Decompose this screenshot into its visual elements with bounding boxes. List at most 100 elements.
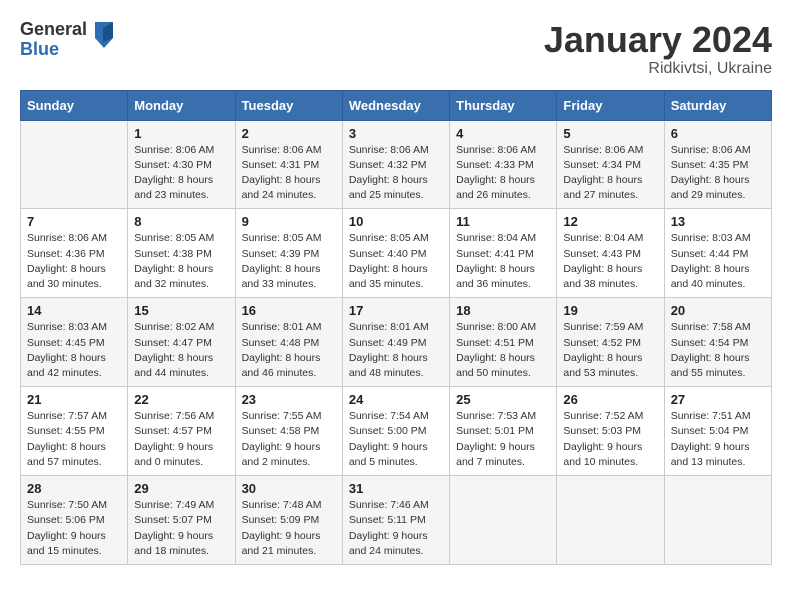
day-cell: 6Sunrise: 8:06 AMSunset: 4:35 PMDaylight… (664, 120, 771, 209)
day-number: 30 (242, 481, 336, 496)
day-cell: 13 Sunrise: 8:03 AMSunset: 4:44 PMDayligh… (664, 209, 771, 298)
day-cell: 24Sunrise: 7:54 AMSunset: 5:00 PMDayligh… (342, 387, 449, 476)
logo: General Blue (20, 20, 115, 60)
header-day-monday: Monday (128, 90, 235, 120)
day-cell (450, 476, 557, 565)
day-cell: 31 Sunrise: 7:46 AMSunset: 5:11 PMDayligh… (342, 476, 449, 565)
day-info: Sunrise: 8:06 AMSunset: 4:32 PMDaylight:… (349, 143, 443, 204)
day-number: 9 (242, 214, 336, 229)
day-number: 31 (349, 481, 443, 496)
week-row-1: 7 Sunrise: 8:06 AMSunset: 4:36 PMDaylight… (21, 209, 772, 298)
day-number: 16 (242, 303, 336, 318)
page-title: January 2024 (544, 20, 772, 60)
day-info: Sunrise: 8:06 AMSunset: 4:31 PMDaylight:… (242, 143, 336, 204)
day-info: Sunrise: 8:05 AMSunset: 4:39 PMDaylight:… (242, 231, 336, 292)
day-number: 24 (349, 392, 443, 407)
day-cell: 26Sunrise: 7:52 AMSunset: 5:03 PMDayligh… (557, 387, 664, 476)
day-number: 10 (349, 214, 443, 229)
day-cell: 11 Sunrise: 8:04 AMSunset: 4:41 PMDayligh… (450, 209, 557, 298)
day-info: Sunrise: 8:04 AMSunset: 4:41 PMDaylight:… (456, 231, 550, 292)
day-info: Sunrise: 8:05 AMSunset: 4:40 PMDaylight:… (349, 231, 443, 292)
day-cell: 4Sunrise: 8:06 AMSunset: 4:33 PMDaylight… (450, 120, 557, 209)
day-info: Sunrise: 8:06 AMSunset: 4:36 PMDaylight:… (27, 231, 121, 292)
day-cell (664, 476, 771, 565)
day-info: Sunrise: 7:48 AMSunset: 5:09 PMDaylight:… (242, 498, 336, 559)
header-day-sunday: Sunday (21, 90, 128, 120)
day-number: 12 (563, 214, 657, 229)
header-day-thursday: Thursday (450, 90, 557, 120)
day-cell: 16 Sunrise: 8:01 AMSunset: 4:48 PMDayligh… (235, 298, 342, 387)
header-day-wednesday: Wednesday (342, 90, 449, 120)
day-cell: 8 Sunrise: 8:05 AMSunset: 4:38 PMDaylight… (128, 209, 235, 298)
day-number: 25 (456, 392, 550, 407)
calendar-table: SundayMondayTuesdayWednesdayThursdayFrid… (20, 90, 772, 565)
day-number: 17 (349, 303, 443, 318)
day-number: 22 (134, 392, 228, 407)
day-cell: 27Sunrise: 7:51 AMSunset: 5:04 PMDayligh… (664, 387, 771, 476)
day-number: 19 (563, 303, 657, 318)
day-number: 1 (134, 126, 228, 141)
logo-icon (93, 20, 115, 50)
day-cell: 17Sunrise: 8:01 AMSunset: 4:49 PMDayligh… (342, 298, 449, 387)
header-day-tuesday: Tuesday (235, 90, 342, 120)
day-number: 2 (242, 126, 336, 141)
day-number: 28 (27, 481, 121, 496)
day-cell: 10 Sunrise: 8:05 AMSunset: 4:40 PMDayligh… (342, 209, 449, 298)
day-info: Sunrise: 8:04 AMSunset: 4:43 PMDaylight:… (563, 231, 657, 292)
day-info: Sunrise: 8:06 AMSunset: 4:30 PMDaylight:… (134, 143, 228, 204)
day-cell: 22 Sunrise: 7:56 AMSunset: 4:57 PMDayligh… (128, 387, 235, 476)
day-info: Sunrise: 8:01 AMSunset: 4:48 PMDaylight:… (242, 320, 336, 381)
title-block: January 2024 Ridkivtsi, Ukraine (544, 20, 772, 78)
day-number: 23 (242, 392, 336, 407)
day-number: 7 (27, 214, 121, 229)
day-info: Sunrise: 8:03 AMSunset: 4:44 PMDaylight:… (671, 231, 765, 292)
day-cell: 9 Sunrise: 8:05 AMSunset: 4:39 PMDaylight… (235, 209, 342, 298)
day-cell: 15Sunrise: 8:02 AMSunset: 4:47 PMDayligh… (128, 298, 235, 387)
day-cell: 25Sunrise: 7:53 AMSunset: 5:01 PMDayligh… (450, 387, 557, 476)
day-info: Sunrise: 7:55 AMSunset: 4:58 PMDaylight:… (242, 409, 336, 470)
day-number: 15 (134, 303, 228, 318)
day-number: 8 (134, 214, 228, 229)
logo-blue: Blue (20, 40, 87, 60)
day-number: 26 (563, 392, 657, 407)
day-info: Sunrise: 7:50 AMSunset: 5:06 PMDaylight:… (27, 498, 121, 559)
day-info: Sunrise: 8:05 AMSunset: 4:38 PMDaylight:… (134, 231, 228, 292)
header-day-saturday: Saturday (664, 90, 771, 120)
day-info: Sunrise: 8:00 AMSunset: 4:51 PMDaylight:… (456, 320, 550, 381)
week-row-4: 28 Sunrise: 7:50 AMSunset: 5:06 PMDayligh… (21, 476, 772, 565)
day-number: 29 (134, 481, 228, 496)
day-cell (557, 476, 664, 565)
page-header: General Blue January 2024 Ridkivtsi, Ukr… (20, 20, 772, 78)
day-info: Sunrise: 7:56 AMSunset: 4:57 PMDaylight:… (134, 409, 228, 470)
day-cell: 1 Sunrise: 8:06 AMSunset: 4:30 PMDaylight… (128, 120, 235, 209)
day-cell: 3 Sunrise: 8:06 AMSunset: 4:32 PMDaylight… (342, 120, 449, 209)
day-number: 14 (27, 303, 121, 318)
day-cell: 14 Sunrise: 8:03 AMSunset: 4:45 PMDayligh… (21, 298, 128, 387)
day-number: 13 (671, 214, 765, 229)
page-subtitle: Ridkivtsi, Ukraine (544, 60, 772, 78)
day-info: Sunrise: 7:57 AMSunset: 4:55 PMDaylight:… (27, 409, 121, 470)
header-day-friday: Friday (557, 90, 664, 120)
day-number: 5 (563, 126, 657, 141)
day-info: Sunrise: 8:03 AMSunset: 4:45 PMDaylight:… (27, 320, 121, 381)
day-info: Sunrise: 7:46 AMSunset: 5:11 PMDaylight:… (349, 498, 443, 559)
day-cell: 28 Sunrise: 7:50 AMSunset: 5:06 PMDayligh… (21, 476, 128, 565)
day-cell: 21 Sunrise: 7:57 AMSunset: 4:55 PMDayligh… (21, 387, 128, 476)
day-info: Sunrise: 7:58 AMSunset: 4:54 PMDaylight:… (671, 320, 765, 381)
day-cell: 29 Sunrise: 7:49 AMSunset: 5:07 PMDayligh… (128, 476, 235, 565)
week-row-2: 14 Sunrise: 8:03 AMSunset: 4:45 PMDayligh… (21, 298, 772, 387)
day-cell: 5Sunrise: 8:06 AMSunset: 4:34 PMDaylight… (557, 120, 664, 209)
week-row-0: 1 Sunrise: 8:06 AMSunset: 4:30 PMDaylight… (21, 120, 772, 209)
day-number: 4 (456, 126, 550, 141)
day-cell: 18Sunrise: 8:00 AMSunset: 4:51 PMDayligh… (450, 298, 557, 387)
day-number: 21 (27, 392, 121, 407)
day-number: 6 (671, 126, 765, 141)
day-cell: 12 Sunrise: 8:04 AMSunset: 4:43 PMDayligh… (557, 209, 664, 298)
day-cell (21, 120, 128, 209)
day-info: Sunrise: 7:49 AMSunset: 5:07 PMDaylight:… (134, 498, 228, 559)
logo-general: General (20, 20, 87, 40)
day-cell: 19Sunrise: 7:59 AMSunset: 4:52 PMDayligh… (557, 298, 664, 387)
day-number: 3 (349, 126, 443, 141)
day-cell: 7 Sunrise: 8:06 AMSunset: 4:36 PMDaylight… (21, 209, 128, 298)
day-number: 11 (456, 214, 550, 229)
